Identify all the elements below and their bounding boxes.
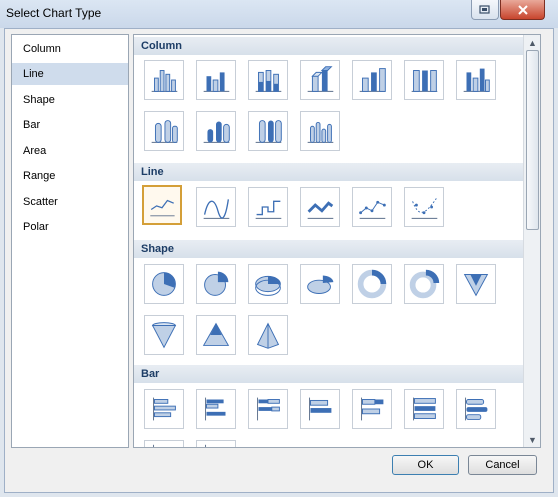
- bar-chart-icon: [153, 397, 176, 421]
- ok-button[interactable]: OK: [392, 455, 459, 475]
- category-column[interactable]: Column: [12, 38, 128, 60]
- cancel-button[interactable]: Cancel: [468, 455, 537, 475]
- bar-chart-option[interactable]: [352, 389, 392, 429]
- line-chart-icon: [150, 199, 175, 217]
- category-scatter[interactable]: Scatter: [12, 191, 128, 213]
- section-column-header: Column: [134, 37, 524, 55]
- cylinder-column-icon: [255, 120, 282, 143]
- column-chart-option[interactable]: [300, 111, 340, 151]
- shape-chart-option[interactable]: [248, 315, 288, 355]
- 3d-line-icon: [307, 201, 334, 219]
- help-button[interactable]: [471, 0, 499, 20]
- cylinder-bar-icon: [465, 397, 488, 421]
- bar-chart-icon: [205, 444, 207, 447]
- stacked-bar-icon: [257, 397, 280, 421]
- section-bar-header: Bar: [134, 365, 524, 383]
- scrollbar-thumb[interactable]: [526, 50, 539, 230]
- 3d-bar-icon: [309, 397, 332, 421]
- line-with-markers-icon: [359, 200, 386, 219]
- section-shape-header: Shape: [134, 240, 524, 258]
- line-chart-option[interactable]: [196, 187, 236, 227]
- cylinder-column-icon: [307, 121, 334, 143]
- bar-chart-option[interactable]: [300, 389, 340, 429]
- section-line-header: Line: [134, 163, 524, 181]
- column-chart-option[interactable]: [300, 60, 340, 100]
- column-chart-option[interactable]: [456, 60, 496, 100]
- step-line-icon: [255, 200, 282, 219]
- help-icon: [479, 4, 490, 14]
- shape-chart-option[interactable]: [144, 264, 184, 304]
- 3d-stacked-bar-icon: [361, 397, 384, 421]
- column-chart-option[interactable]: [196, 60, 236, 100]
- smooth-line-icon: [203, 199, 230, 219]
- bar-chart-option[interactable]: [456, 389, 496, 429]
- shape-chart-option[interactable]: [196, 264, 236, 304]
- column-chart-option[interactable]: [144, 60, 184, 100]
- line-chart-option[interactable]: [142, 185, 182, 225]
- cylinder-column-icon: [151, 120, 178, 143]
- category-range[interactable]: Range: [12, 165, 128, 187]
- column-chart-icon: [151, 70, 178, 92]
- category-bar[interactable]: Bar: [12, 114, 128, 136]
- shape-chart-option[interactable]: [144, 315, 184, 355]
- column-chart-option[interactable]: [144, 111, 184, 151]
- pyramid-icon: [202, 322, 230, 346]
- clustered-bar-icon: [205, 397, 226, 421]
- line-chart-option[interactable]: [248, 187, 288, 227]
- scroll-up-arrow-icon[interactable]: ▲: [524, 35, 540, 50]
- column-chart-option[interactable]: [196, 111, 236, 151]
- close-icon: [517, 4, 528, 15]
- line-chart-option[interactable]: [404, 187, 444, 227]
- chart-gallery: Column Line Shape Bar ▲ ▼: [133, 34, 541, 448]
- close-button[interactable]: [500, 0, 545, 20]
- column-chart-option[interactable]: [404, 60, 444, 100]
- stacked-column-icon: [255, 70, 282, 92]
- 3d-percent-column-icon: [411, 70, 438, 92]
- shape-chart-option[interactable]: [300, 264, 340, 304]
- bar-chart-option[interactable]: [144, 389, 184, 429]
- column-chart-option[interactable]: [248, 111, 288, 151]
- exploded-doughnut-icon: [409, 269, 440, 299]
- category-shape[interactable]: Shape: [12, 89, 128, 111]
- exploded-pie-icon: [204, 271, 229, 296]
- window-titlebar: Select Chart Type: [0, 0, 558, 28]
- 3d-percent-bar-icon: [413, 397, 436, 421]
- column-chart-option[interactable]: [248, 60, 288, 100]
- scroll-down-arrow-icon[interactable]: ▼: [524, 432, 540, 447]
- bar-chart-option[interactable]: [196, 440, 236, 447]
- bar-chart-option[interactable]: [144, 440, 184, 447]
- 3d-column-icon: [307, 66, 334, 92]
- line-chart-option[interactable]: [300, 187, 340, 227]
- shape-chart-option[interactable]: [248, 264, 288, 304]
- 3d-stacked-column-icon: [359, 68, 386, 92]
- 3d-funnel-icon: [151, 322, 177, 349]
- 3d-clustered-column-icon: [463, 68, 490, 92]
- doughnut-icon: [357, 269, 387, 299]
- bar-chart-option[interactable]: [248, 389, 288, 429]
- pie-chart-icon: [152, 272, 176, 296]
- line-chart-option[interactable]: [352, 187, 392, 227]
- 3d-pyramid-icon: [256, 322, 280, 349]
- category-area[interactable]: Area: [12, 140, 128, 162]
- shape-chart-option[interactable]: [352, 264, 392, 304]
- category-polar[interactable]: Polar: [12, 216, 128, 238]
- 3d-exploded-pie-icon: [307, 275, 334, 294]
- cylinder-column-icon: [203, 121, 230, 143]
- clustered-column-icon: [203, 72, 230, 92]
- column-chart-option[interactable]: [352, 60, 392, 100]
- shape-chart-option[interactable]: [196, 315, 236, 355]
- bar-chart-option[interactable]: [196, 389, 236, 429]
- shape-chart-option[interactable]: [456, 264, 496, 304]
- scatter-line-icon: [411, 198, 438, 219]
- bar-chart-option[interactable]: [404, 389, 444, 429]
- category-line[interactable]: Line: [12, 63, 128, 85]
- vertical-scrollbar[interactable]: ▲ ▼: [523, 35, 540, 447]
- 3d-pie-icon: [255, 275, 281, 296]
- chart-category-list: Column Line Shape Bar Area Range Scatter…: [11, 34, 129, 448]
- window-title: Select Chart Type: [6, 6, 102, 20]
- shape-chart-option[interactable]: [404, 264, 444, 304]
- funnel-icon: [463, 274, 489, 297]
- bar-chart-icon: [153, 444, 155, 447]
